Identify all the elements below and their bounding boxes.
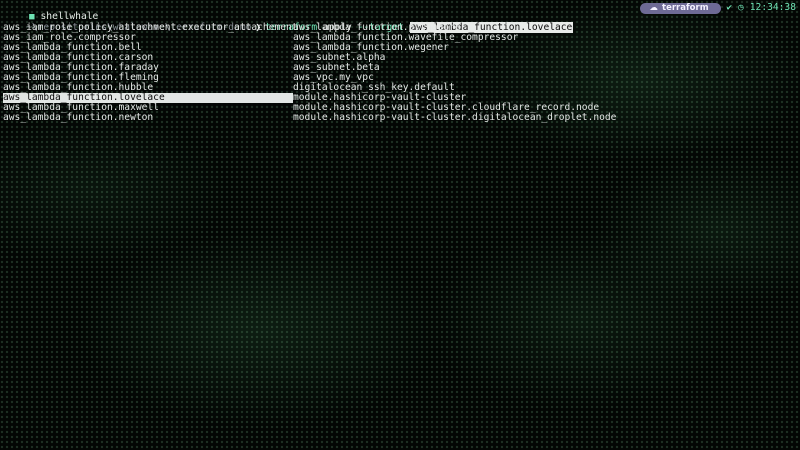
context-badge: ☁ terraform: [639, 2, 721, 14]
cloud-icon: ☁: [649, 2, 659, 13]
terminal-window[interactable]: ■ shellwhale ☁ terraform ✔ ◷ 12:34:38 ~\re…: [0, 0, 800, 450]
clock-time: 12:34:38: [749, 2, 796, 13]
clock-icon: ◷: [738, 2, 744, 13]
context-badge-label: terraform: [662, 2, 709, 13]
status-segment: ☁ terraform ✔ ◷ 12:34:38: [639, 2, 796, 14]
completion-item[interactable]: aws_lambda_function.newton: [3, 113, 153, 123]
completion-item[interactable]: module.hashicorp-vault-cluster.digitaloc…: [293, 113, 616, 123]
title-bar: ■ shellwhale: [6, 2, 98, 23]
check-icon: ✔: [726, 3, 732, 13]
